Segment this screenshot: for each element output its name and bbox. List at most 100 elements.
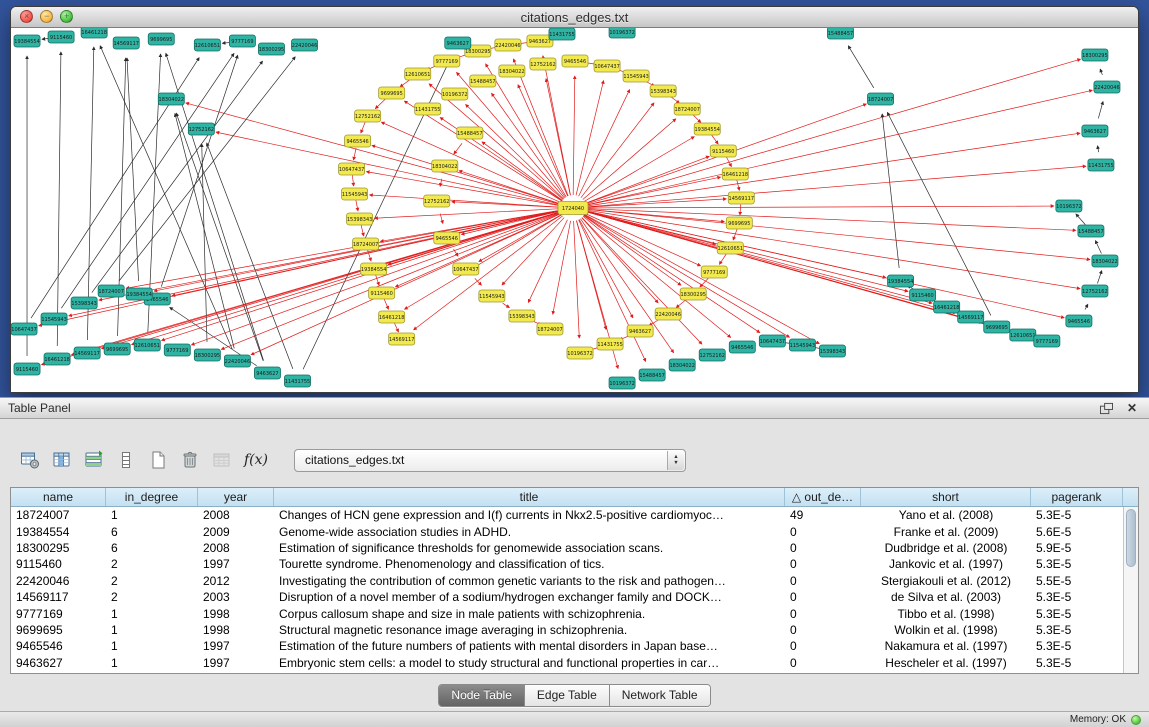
zoom-window-button[interactable]: + (60, 10, 73, 23)
column-header-pagerank[interactable]: pagerank (1031, 488, 1123, 506)
graph-node[interactable]: 9463627 (1082, 125, 1108, 137)
cell-title[interactable]: Tourette syndrome. Phenomenology and cla… (274, 557, 785, 571)
cell-out_degree[interactable]: 0 (785, 639, 861, 653)
graph-node[interactable]: 9463627 (445, 37, 471, 49)
graph-node[interactable]: 15398343 (509, 310, 535, 322)
cell-title[interactable]: Estimation of significance thresholds fo… (274, 541, 785, 555)
cell-title[interactable]: Investigating the contribution of common… (274, 574, 785, 588)
cell-name[interactable]: 19384554 (11, 525, 106, 539)
graph-node[interactable]: 12752162 (530, 58, 556, 70)
graph-node[interactable]: 9777169 (229, 35, 255, 47)
graph-node[interactable]: 11545943 (479, 290, 505, 302)
cell-in_degree[interactable]: 2 (106, 557, 198, 571)
graph-node[interactable]: 18304022 (669, 359, 695, 371)
cell-name[interactable]: 18300295 (11, 541, 106, 555)
graph-node[interactable]: 19384554 (694, 123, 720, 135)
cell-name[interactable]: 9777169 (11, 607, 106, 621)
table-row[interactable]: 977716911998Corpus callosum shape and si… (11, 605, 1123, 621)
table-row[interactable]: 1456911722003Disruption of a novel membe… (11, 589, 1123, 605)
graph-node[interactable]: 18724007 (353, 238, 379, 250)
cell-out_degree[interactable]: 49 (785, 508, 861, 522)
graph-node[interactable]: 9115460 (14, 363, 40, 375)
select-rows-icon[interactable] (80, 447, 108, 473)
cell-year[interactable]: 2003 (198, 590, 274, 604)
scrollbar-thumb[interactable] (1126, 509, 1136, 567)
cell-pagerank[interactable]: 5.3E-5 (1031, 656, 1123, 670)
graph-node[interactable]: 16461218 (379, 311, 405, 323)
column-header-short[interactable]: short (861, 488, 1031, 506)
graph-node[interactable]: 19384554 (361, 263, 387, 275)
graph-node[interactable]: 12752162 (1082, 285, 1108, 297)
column-header-in_degree[interactable]: in_degree (106, 488, 198, 506)
table-settings-icon[interactable] (16, 447, 44, 473)
graph-node[interactable]: 9115460 (369, 287, 395, 299)
new-column-icon[interactable] (144, 447, 172, 473)
table-row[interactable]: 969969511998Structural magnetic resonanc… (11, 622, 1123, 638)
graph-node[interactable]: 9465546 (562, 55, 588, 67)
graph-node[interactable]: 18724007 (674, 103, 700, 115)
graph-node[interactable]: 11431755 (597, 338, 623, 350)
cell-year[interactable]: 1997 (198, 656, 274, 670)
cell-year[interactable]: 1997 (198, 557, 274, 571)
cell-in_degree[interactable]: 6 (106, 541, 198, 555)
graph-node[interactable]: 14569117 (74, 347, 100, 359)
graph-node[interactable]: 16461218 (44, 353, 70, 365)
graph-node[interactable]: 18724007 (868, 93, 894, 105)
graph-node[interactable]: 22420046 (224, 355, 250, 367)
table-row[interactable]: 1872400712008Changes of HCN gene express… (11, 507, 1123, 523)
graph-node[interactable]: 22420046 (655, 308, 681, 320)
cell-short[interactable]: Tibbo et al. (1998) (861, 607, 1031, 621)
cell-short[interactable]: de Silva et al. (2003) (861, 590, 1031, 604)
graph-node[interactable]: 18724007 (537, 323, 563, 335)
cell-short[interactable]: Dudbridge et al. (2008) (861, 541, 1031, 555)
cell-name[interactable]: 9699695 (11, 623, 106, 637)
graph-node[interactable]: 9777169 (701, 266, 727, 278)
cell-short[interactable]: Hescheler et al. (1997) (861, 656, 1031, 670)
tab-edge-table[interactable]: Edge Table (525, 685, 610, 706)
graph-node[interactable]: 9465546 (1066, 315, 1092, 327)
cell-in_degree[interactable]: 1 (106, 639, 198, 653)
cell-title[interactable]: Changes of HCN gene expression and I(f) … (274, 508, 785, 522)
close-panel-icon[interactable]: ✕ (1123, 400, 1141, 416)
column-header-title[interactable]: title (274, 488, 785, 506)
graph-node[interactable]: 12752162 (355, 110, 381, 122)
table-row[interactable]: 946554611997Estimation of the future num… (11, 638, 1123, 654)
cell-in_degree[interactable]: 1 (106, 508, 198, 522)
cell-pagerank[interactable]: 5.3E-5 (1031, 639, 1123, 653)
cell-title[interactable]: Genome-wide association studies in ADHD. (274, 525, 785, 539)
network-canvas[interactable]: 1275216294655461064743711545943153983431… (11, 28, 1138, 392)
graph-node[interactable]: 15488457 (470, 75, 496, 87)
cell-title[interactable]: Corpus callosum shape and size in male p… (274, 607, 785, 621)
table-row[interactable]: 1830029562008Estimation of significance … (11, 540, 1123, 556)
cell-out_degree[interactable]: 0 (785, 525, 861, 539)
graph-node[interactable]: 11545943 (789, 339, 815, 351)
graph-node[interactable]: 12752162 (699, 349, 725, 361)
graph-node[interactable]: 19384554 (14, 35, 40, 47)
column-header-out_degree[interactable]: △ out_de… (785, 488, 861, 506)
cell-in_degree[interactable]: 1 (106, 623, 198, 637)
graph-node[interactable]: 14569117 (389, 333, 415, 345)
minimize-window-button[interactable]: − (40, 10, 53, 23)
cell-short[interactable]: Wolkin et al. (1998) (861, 623, 1031, 637)
cell-pagerank[interactable]: 5.3E-5 (1031, 557, 1123, 571)
graph-node[interactable]: 10647437 (453, 263, 479, 275)
cell-in_degree[interactable]: 1 (106, 656, 198, 670)
cell-short[interactable]: Franke et al. (2009) (861, 525, 1031, 539)
graph-node[interactable]: 18724007 (98, 285, 124, 297)
cell-year[interactable]: 1998 (198, 607, 274, 621)
cell-short[interactable]: Yano et al. (2008) (861, 508, 1031, 522)
graph-node[interactable]: 18304022 (1092, 255, 1118, 267)
graph-node[interactable]: 14569117 (113, 37, 139, 49)
cell-out_degree[interactable]: 0 (785, 656, 861, 670)
cell-pagerank[interactable]: 5.3E-5 (1031, 508, 1123, 522)
graph-node[interactable]: 22420046 (291, 39, 317, 51)
cell-in_degree[interactable]: 6 (106, 525, 198, 539)
graph-node[interactable]: 15488457 (827, 28, 853, 39)
cell-in_degree[interactable]: 2 (106, 590, 198, 604)
graph-node[interactable]: 12610651 (134, 339, 160, 351)
graph-node[interactable]: 18300295 (194, 349, 220, 361)
cell-title[interactable]: Disruption of a novel member of a sodium… (274, 590, 785, 604)
cell-year[interactable]: 2012 (198, 574, 274, 588)
graph-node[interactable]: 11431755 (1088, 159, 1114, 171)
cell-short[interactable]: Stergiakouli et al. (2012) (861, 574, 1031, 588)
